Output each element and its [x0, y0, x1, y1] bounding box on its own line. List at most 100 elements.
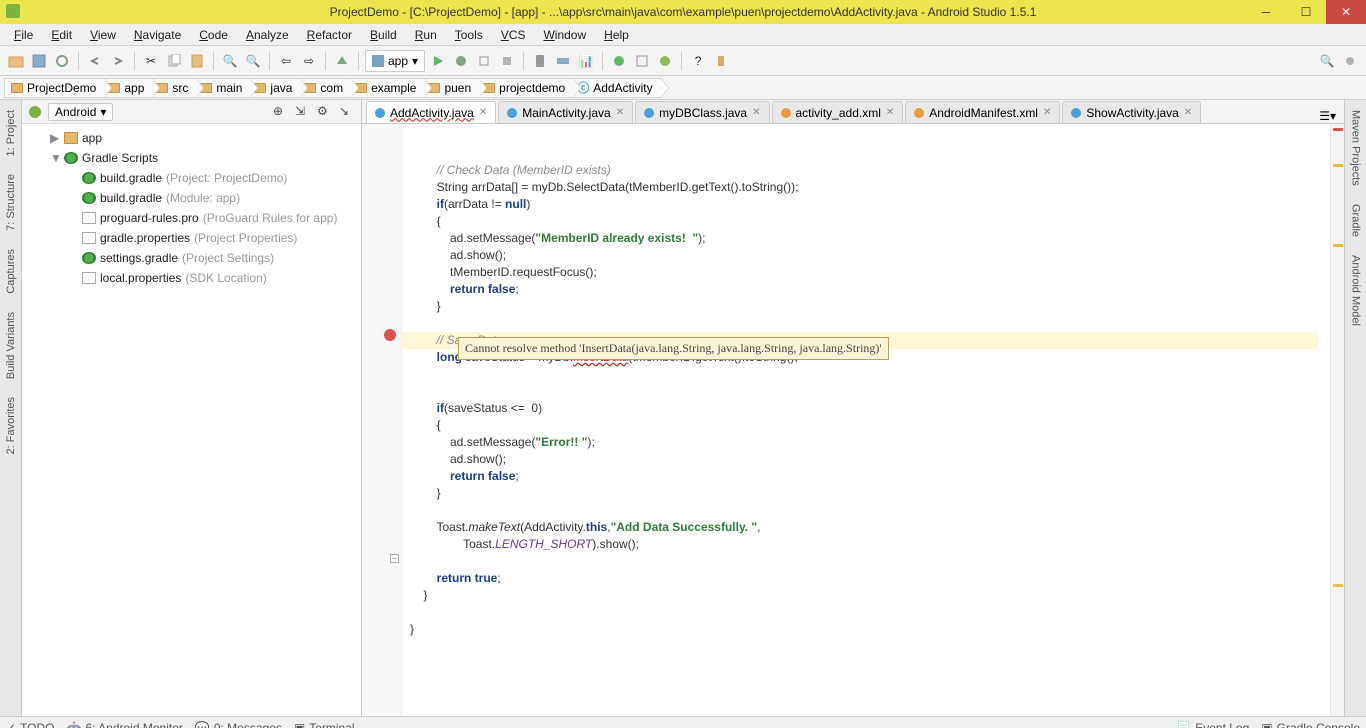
tips-icon[interactable] — [711, 51, 731, 71]
find-icon[interactable]: 🔍 — [220, 51, 240, 71]
menu-build[interactable]: Build — [362, 26, 405, 44]
right-strip-androidmodel[interactable]: Android Model — [1350, 249, 1362, 332]
tab-showactivityjava[interactable]: ShowActivity.java ✕ — [1062, 101, 1201, 123]
tab-addactivityjava[interactable]: AddActivity.java✕ — [366, 101, 496, 123]
menu-help[interactable]: Help — [596, 26, 637, 44]
crumb-projectdemo[interactable]: projectdemo — [476, 78, 574, 98]
tab-label: ShowActivity.java — [1086, 106, 1178, 120]
fold-marker-icon[interactable]: − — [390, 554, 399, 563]
tree-item-localproperties[interactable]: local.properties (SDK Location) — [22, 268, 361, 288]
settings-icon[interactable] — [1340, 51, 1360, 71]
tab-close-icon[interactable]: ✕ — [752, 107, 760, 118]
hide-sidebar-icon[interactable]: ↘ — [339, 104, 355, 120]
crumb-example[interactable]: example — [348, 78, 425, 98]
right-strip-mavenprojects[interactable]: Maven Projects — [1350, 104, 1362, 192]
tab-mydbclassjava[interactable]: myDBClass.java✕ — [635, 101, 769, 123]
tree-item-gradleproperties[interactable]: gradle.properties (Project Properties) — [22, 228, 361, 248]
settings-gear-icon[interactable]: ⚙ — [317, 104, 333, 120]
menu-view[interactable]: View — [82, 26, 124, 44]
tab-close-icon[interactable]: ✕ — [1043, 107, 1051, 118]
menu-vcs[interactable]: VCS — [493, 26, 534, 44]
tree-item-settingsgradle[interactable]: settings.gradle (Project Settings) — [22, 248, 361, 268]
left-strip-structure[interactable]: 7: Structure — [5, 168, 17, 237]
stop-icon[interactable] — [497, 51, 517, 71]
menu-code[interactable]: Code — [191, 26, 236, 44]
right-strip-gradle[interactable]: Gradle — [1350, 198, 1362, 243]
run-config-select[interactable]: app ▾ — [365, 50, 425, 72]
tab-close-icon[interactable]: ✕ — [886, 107, 894, 118]
back-icon[interactable]: ⇦ — [276, 51, 296, 71]
bottom-tab-androidmonitor[interactable]: 🤖6: Android Monitor — [67, 721, 183, 728]
left-strip-buildvariants[interactable]: Build Variants — [5, 306, 17, 385]
warn-stripe-marker[interactable] — [1333, 164, 1343, 167]
menu-run[interactable]: Run — [407, 26, 445, 44]
menu-tools[interactable]: Tools — [447, 26, 491, 44]
tab-androidmanifestxml[interactable]: AndroidManifest.xml✕ — [905, 101, 1060, 123]
forward-icon[interactable]: ⇨ — [299, 51, 319, 71]
tree-item-buildgradle[interactable]: build.gradle (Module: app) — [22, 188, 361, 208]
tab-activityaddxml[interactable]: activity_add.xml✕ — [772, 101, 904, 123]
attach-debugger-icon[interactable] — [474, 51, 494, 71]
tab-close-icon[interactable]: ✕ — [1184, 107, 1192, 118]
project-view-select[interactable]: Android▾ — [48, 103, 113, 121]
warn-stripe-marker[interactable] — [1333, 584, 1343, 587]
tree-item-gradlescripts[interactable]: ▼Gradle Scripts — [22, 148, 361, 168]
tree-item-proguardrulespro[interactable]: proguard-rules.pro (ProGuard Rules for a… — [22, 208, 361, 228]
tab-mainactivityjava[interactable]: MainActivity.java✕ — [498, 101, 633, 123]
save-icon[interactable] — [29, 51, 49, 71]
tree-item-app[interactable]: ▶app — [22, 128, 361, 148]
replace-icon[interactable]: 🔍 — [243, 51, 263, 71]
run-icon[interactable] — [428, 51, 448, 71]
avd-manager-icon[interactable] — [530, 51, 550, 71]
code-editor[interactable]: − // Check Data (MemberID exists) String… — [362, 124, 1344, 716]
menu-window[interactable]: Window — [535, 26, 594, 44]
bottom-tab-gradleconsole[interactable]: ▣Gradle Console — [1261, 721, 1360, 728]
sync-icon[interactable] — [52, 51, 72, 71]
copy-icon[interactable] — [164, 51, 184, 71]
error-stripe-marker[interactable] — [1333, 128, 1343, 131]
project-structure-icon[interactable] — [632, 51, 652, 71]
cut-icon[interactable]: ✂ — [141, 51, 161, 71]
close-button[interactable]: ✕ — [1326, 0, 1366, 24]
menu-navigate[interactable]: Navigate — [126, 26, 189, 44]
menu-edit[interactable]: Edit — [43, 26, 80, 44]
scroll-from-source-icon[interactable]: ⊕ — [273, 104, 289, 120]
build-icon[interactable] — [332, 51, 352, 71]
android-icon[interactable] — [655, 51, 675, 71]
undo-icon[interactable] — [85, 51, 105, 71]
collapse-all-icon[interactable]: ⇲ — [295, 104, 311, 120]
toolbar: ✂ 🔍 🔍 ⇦ ⇨ app ▾ 📊 ? 🔍 — [0, 46, 1366, 76]
search-everywhere-icon[interactable]: 🔍 — [1317, 51, 1337, 71]
left-strip-favorites[interactable]: 2: Favorites — [5, 391, 17, 460]
sdk-manager-icon[interactable] — [553, 51, 573, 71]
bottom-tab-todo[interactable]: ✓TODO — [6, 721, 55, 728]
android-robot-icon — [28, 105, 42, 119]
maximize-button[interactable]: ☐ — [1286, 0, 1326, 24]
minimize-button[interactable]: ─ — [1246, 0, 1286, 24]
bottom-tab-eventlog[interactable]: 📃Event Log — [1176, 721, 1249, 728]
tab-close-icon[interactable]: ✕ — [479, 107, 487, 118]
redo-icon[interactable] — [108, 51, 128, 71]
bottom-tab-messages[interactable]: 💬0: Messages — [195, 721, 282, 728]
warn-stripe-marker[interactable] — [1333, 244, 1343, 247]
tab-close-icon[interactable]: ✕ — [616, 107, 624, 118]
left-strip-project[interactable]: 1: Project — [5, 104, 17, 162]
crumb-projectdemo[interactable]: ProjectDemo — [4, 78, 105, 98]
menu-file[interactable]: File — [6, 26, 41, 44]
gradle-sync-icon[interactable] — [609, 51, 629, 71]
menu-refactor[interactable]: Refactor — [299, 26, 360, 44]
crumb-addactivity[interactable]: ⓒAddActivity — [570, 78, 661, 98]
code-content[interactable]: // Check Data (MemberID exists) String a… — [402, 124, 1330, 716]
help-icon[interactable]: ? — [688, 51, 708, 71]
tabs-dropdown-icon[interactable]: ☰▾ — [1319, 109, 1336, 123]
bottom-tab-terminal[interactable]: ▣Terminal — [294, 721, 355, 728]
left-strip-captures[interactable]: Captures — [5, 243, 17, 300]
paste-icon[interactable] — [187, 51, 207, 71]
error-marker-icon[interactable] — [384, 329, 396, 341]
error-stripe[interactable] — [1330, 124, 1344, 716]
debug-icon[interactable] — [451, 51, 471, 71]
open-icon[interactable] — [6, 51, 26, 71]
tree-item-buildgradle[interactable]: build.gradle (Project: ProjectDemo) — [22, 168, 361, 188]
ddms-icon[interactable]: 📊 — [576, 51, 596, 71]
menu-analyze[interactable]: Analyze — [238, 26, 297, 44]
